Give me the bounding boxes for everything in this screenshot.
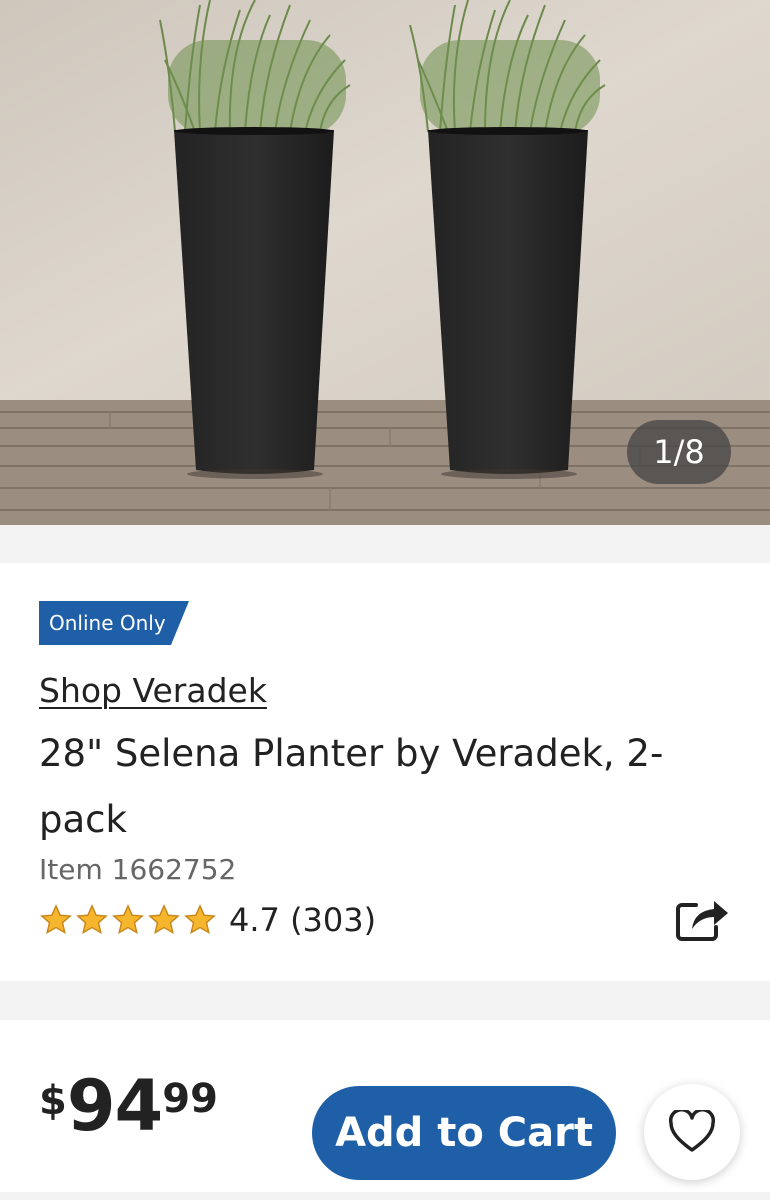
favorite-button[interactable] [644, 1084, 740, 1180]
share-icon[interactable] [674, 893, 730, 943]
product-image[interactable]: 1/8 [0, 0, 770, 525]
item-number: Item 1662752 [39, 853, 237, 886]
price-cents: 99 [162, 1076, 218, 1122]
heart-icon [668, 1110, 716, 1152]
purchase-bar: $ 94 99 Add to Cart [0, 1020, 770, 1192]
online-only-badge: Online Only [39, 601, 189, 645]
star-icon [184, 904, 216, 935]
rating-summary[interactable]: 4.7 (303) [39, 901, 376, 939]
add-to-cart-button[interactable]: Add to Cart [312, 1086, 616, 1180]
rating-stars [39, 903, 217, 937]
price: $ 94 99 [39, 1070, 218, 1142]
image-counter: 1/8 [627, 420, 731, 484]
star-icon [40, 904, 72, 935]
price-dollars: 94 [66, 1065, 163, 1147]
product-info-card: Online Only Shop Veradek 28" Selena Plan… [0, 563, 770, 981]
star-icon [112, 904, 144, 935]
star-icon [76, 904, 108, 935]
rating-text: 4.7 (303) [229, 901, 377, 939]
product-title: 28" Selena Planter by Veradek, 2-pack [39, 732, 664, 841]
shop-brand-link[interactable]: Shop Veradek [39, 671, 267, 710]
star-icon [148, 904, 180, 935]
price-currency: $ [39, 1078, 67, 1124]
